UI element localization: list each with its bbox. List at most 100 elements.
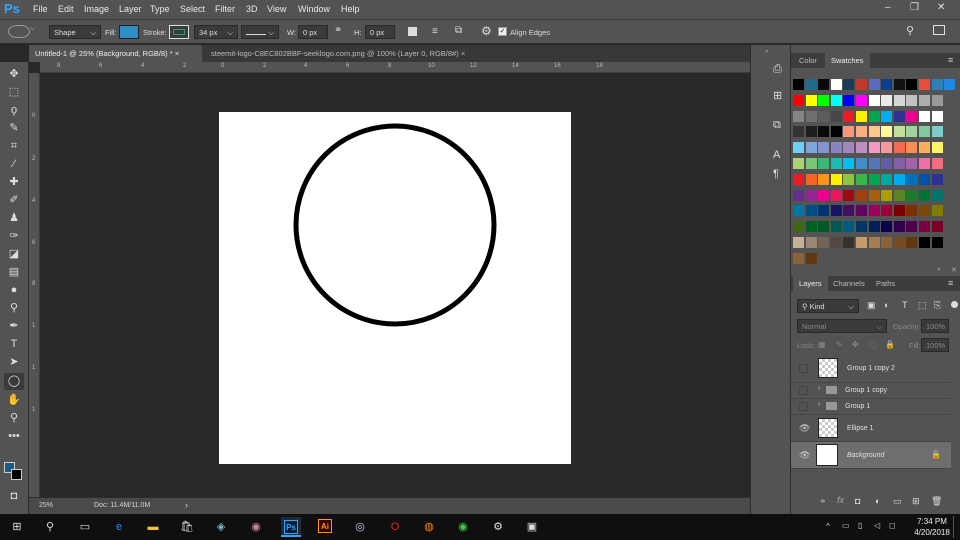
color-swatch[interactable] (919, 205, 930, 217)
color-swatch[interactable] (931, 237, 943, 248)
color-swatch[interactable] (818, 142, 830, 154)
move-tool-icon[interactable]: ✥ (4, 66, 24, 83)
color-swatch[interactable] (881, 94, 893, 106)
layer-row-selected[interactable]: 👁 Background 🔒 (791, 442, 951, 469)
color-swatch[interactable] (881, 142, 893, 154)
tab-layers[interactable]: Layers (793, 276, 828, 291)
color-swatch[interactable] (805, 205, 817, 217)
marquee-tool-icon[interactable]: ⬚ (4, 84, 24, 101)
store-icon[interactable]: 🛍 (179, 519, 195, 535)
tab-color[interactable]: Color (793, 53, 823, 68)
color-swatch[interactable] (830, 142, 842, 154)
tray-chevron-icon[interactable]: ^ (826, 522, 830, 531)
color-swatch[interactable] (856, 126, 867, 138)
link-icon[interactable]: ⚭ (334, 25, 342, 36)
task-view-icon[interactable]: ▭ (77, 519, 93, 535)
app-icon[interactable]: ◈ (213, 519, 229, 535)
color-swatch[interactable] (843, 126, 855, 138)
stroke-color-swatch[interactable] (169, 25, 189, 39)
search-icon[interactable]: ⚲ (906, 24, 914, 37)
layer-filter-select[interactable]: ⚲ Kind ⌵ (797, 299, 859, 313)
properties-panel-icon[interactable]: ⊞ (773, 89, 782, 102)
color-swatch[interactable] (856, 110, 867, 122)
color-swatch[interactable] (805, 126, 817, 138)
color-swatch[interactable] (856, 237, 867, 248)
eyedropper-tool-icon[interactable]: ⁄ (4, 156, 24, 173)
menu-3d[interactable]: 3D (246, 4, 258, 14)
chevron-right-icon[interactable]: › (818, 385, 820, 392)
color-swatch[interactable] (881, 205, 893, 217)
panel-menu-icon[interactable]: ≡ (948, 55, 953, 65)
color-swatch[interactable] (906, 189, 918, 201)
app-icon[interactable]: ▣ (524, 519, 540, 535)
color-swatch[interactable] (805, 94, 817, 106)
lock-all-icon[interactable]: 🔒 (885, 340, 895, 349)
color-swatch[interactable] (919, 189, 930, 201)
color-swatch[interactable] (856, 158, 867, 169)
filter-shape-icon[interactable]: ⬚ (918, 300, 927, 311)
color-swatch[interactable] (868, 205, 880, 217)
color-swatch[interactable] (906, 126, 918, 138)
color-swatch[interactable] (906, 158, 918, 169)
color-swatch[interactable] (793, 252, 804, 264)
color-swatch[interactable] (919, 237, 930, 248)
color-swatch[interactable] (919, 79, 930, 90)
color-swatch[interactable] (881, 126, 893, 138)
tab-swatches[interactable]: Swatches (825, 53, 870, 68)
windows-start-icon[interactable]: ⊞ (9, 519, 25, 535)
menu-window[interactable]: Window (298, 4, 330, 14)
color-swatch[interactable] (856, 205, 867, 217)
color-swatch[interactable] (805, 142, 817, 154)
visibility-toggle[interactable] (799, 386, 808, 395)
shape-mode-select[interactable]: Shape ⌵ (49, 25, 101, 39)
quick-mask-icon[interactable]: ◘ (4, 488, 24, 505)
lasso-tool-icon[interactable]: ϙ (4, 102, 24, 119)
color-swatch[interactable] (919, 126, 930, 138)
workspace-icon[interactable] (933, 25, 945, 35)
color-swatch[interactable] (919, 221, 930, 233)
path-selection-tool-icon[interactable]: ➤ (4, 354, 24, 371)
menu-filter[interactable]: Filter (215, 4, 235, 14)
clock-time[interactable]: 7:34 PM (912, 517, 952, 526)
color-swatch[interactable] (931, 205, 943, 217)
lock-artboard-icon[interactable]: ⬚ (869, 340, 877, 349)
color-swatch[interactable] (893, 173, 905, 185)
color-swatch[interactable] (919, 158, 930, 169)
color-swatch[interactable] (818, 205, 830, 217)
color-swatch[interactable] (906, 205, 918, 217)
color-swatch[interactable] (830, 158, 842, 169)
color-swatch[interactable] (906, 110, 918, 122)
color-swatch[interactable] (931, 189, 943, 201)
color-swatch[interactable] (868, 126, 880, 138)
battery-icon[interactable]: ▯ (858, 521, 862, 530)
color-swatch[interactable] (805, 158, 817, 169)
color-swatch[interactable] (906, 173, 918, 185)
color-swatch[interactable] (881, 110, 893, 122)
color-swatch[interactable] (931, 94, 943, 106)
type-tool-icon[interactable]: T (4, 336, 24, 353)
color-swatch[interactable] (893, 94, 905, 106)
color-swatch[interactable] (893, 221, 905, 233)
stroke-type-select[interactable]: ⌵ (241, 25, 279, 39)
color-swatch[interactable] (793, 79, 804, 90)
color-swatch[interactable] (931, 126, 943, 138)
color-swatch[interactable] (793, 221, 804, 233)
clone-stamp-tool-icon[interactable]: ♟ (4, 210, 24, 227)
color-swatch[interactable] (893, 79, 905, 90)
color-swatch[interactable] (868, 142, 880, 154)
color-swatch[interactable] (805, 173, 817, 185)
illustrator-icon[interactable]: Ai (318, 519, 332, 533)
color-swatch[interactable] (931, 158, 943, 169)
app-icon[interactable]: ◎ (352, 519, 368, 535)
tab-steemit-logo[interactable]: steemit-logo-C8EC802BBF-seeklogo.com.png… (205, 45, 471, 62)
adjustments-panel-icon[interactable]: ⧉ (773, 119, 781, 132)
color-swatch[interactable] (793, 126, 804, 138)
color-swatch[interactable] (893, 205, 905, 217)
opacity-field[interactable]: 100% (921, 319, 949, 333)
color-swatch[interactable] (931, 173, 943, 185)
color-swatch[interactable] (893, 158, 905, 169)
app-icon[interactable]: ◉ (248, 519, 264, 535)
file-explorer-icon[interactable]: ▬ (145, 519, 161, 535)
status-menu-arrow[interactable]: › (185, 500, 188, 510)
gradient-tool-icon[interactable]: ▤ (4, 264, 24, 281)
